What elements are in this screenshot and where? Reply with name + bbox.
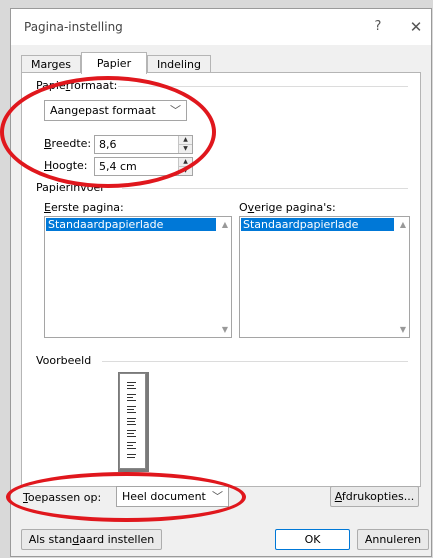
- papierinvoer-group-label: Papierinvoer: [36, 181, 105, 194]
- dialog-title: Pagina-instelling: [24, 20, 123, 34]
- spin-down-icon[interactable]: ▼: [179, 144, 192, 153]
- scrollbar[interactable]: ▲ ▼: [396, 217, 409, 337]
- preview-text-line: [127, 457, 135, 458]
- spin-up-icon[interactable]: ▲: [179, 158, 192, 166]
- toepassen-op-label: Toepassen op:: [23, 491, 102, 504]
- tab-marges[interactable]: Marges: [21, 55, 81, 73]
- help-icon[interactable]: ?: [366, 17, 390, 37]
- page-preview: [118, 372, 149, 472]
- chevron-down-icon: ﹀: [170, 104, 181, 117]
- ok-button[interactable]: OK: [275, 529, 350, 550]
- breedte-value: 8,6: [99, 138, 117, 151]
- eerste-pagina-label: Eerste pagina:: [44, 201, 124, 214]
- hoogte-spinner[interactable]: 5,4 cm ▲ ▼: [94, 157, 193, 176]
- eerste-pagina-listbox[interactable]: Standaardpapierlade ▲ ▼: [44, 216, 232, 338]
- preview-text-line: [127, 409, 134, 410]
- toepassen-op-select[interactable]: Heel document ﹀: [116, 486, 229, 507]
- preview-page: [119, 373, 146, 469]
- preview-text-line: [127, 433, 134, 434]
- scroll-down-icon[interactable]: ▼: [222, 325, 228, 334]
- preview-text-line: [127, 442, 136, 443]
- group-divider: [102, 361, 408, 362]
- scroll-up-icon[interactable]: ▲: [222, 220, 228, 229]
- hoogte-spin-buttons[interactable]: ▲ ▼: [178, 158, 192, 175]
- paper-size-select[interactable]: Aangepast formaat ﹀: [44, 100, 187, 121]
- preview-text-line: [127, 382, 136, 383]
- als-standaard-instellen-button[interactable]: Als standaard instellen: [21, 529, 162, 550]
- overige-paginas-listbox[interactable]: Standaardpapierlade ▲ ▼: [239, 216, 410, 338]
- group-divider: [118, 86, 408, 87]
- preview-text-line: [127, 412, 136, 413]
- preview-text-line: [127, 385, 134, 386]
- scrollbar[interactable]: ▲ ▼: [218, 217, 231, 337]
- preview-text-line: [127, 436, 136, 437]
- breedte-spin-buttons[interactable]: ▲ ▼: [178, 136, 192, 153]
- voorbeeld-group-label: Voorbeeld: [36, 354, 92, 367]
- papierformaat-group-label: Papierformaat:: [36, 79, 118, 92]
- preview-text-line: [127, 388, 136, 389]
- preview-text-line: [127, 424, 136, 425]
- close-icon[interactable]: ✕: [404, 17, 428, 37]
- preview-text-line: [127, 454, 136, 455]
- preview-text-line: [127, 445, 133, 446]
- overige-paginas-label: Overige pagina's:: [239, 201, 336, 214]
- title-bar: Pagina-instelling ? ✕: [11, 9, 431, 45]
- preview-text-line: [127, 406, 136, 407]
- preview-text-line: [127, 394, 136, 395]
- list-item[interactable]: Standaardpapierlade: [46, 218, 216, 231]
- annuleren-button[interactable]: Annuleren: [357, 529, 429, 550]
- toepassen-op-value: Heel document: [122, 490, 206, 503]
- spin-up-icon[interactable]: ▲: [179, 136, 192, 144]
- hoogte-label: Hoogte:: [44, 159, 88, 172]
- preview-text-line: [127, 430, 136, 431]
- breedte-spinner[interactable]: 8,6 ▲ ▼: [94, 135, 193, 154]
- scroll-up-icon[interactable]: ▲: [400, 220, 406, 229]
- tab-indeling[interactable]: Indeling: [147, 55, 211, 73]
- paper-size-value: Aangepast formaat: [50, 104, 156, 117]
- group-divider: [122, 188, 408, 189]
- afdrukopties-button[interactable]: Afdrukopties...: [330, 486, 419, 507]
- preview-text-line: [127, 421, 135, 422]
- scroll-down-icon[interactable]: ▼: [400, 325, 406, 334]
- tab-panel-papier: Papierformaat: Aangepast formaat ﹀ Breed…: [21, 72, 421, 487]
- preview-text-line: [127, 418, 136, 419]
- chevron-down-icon: ﹀: [212, 490, 223, 503]
- preview-text-line: [127, 448, 136, 449]
- page-setup-dialog: Pagina-instelling ? ✕ Marges Papier Inde…: [10, 8, 432, 557]
- list-item[interactable]: Standaardpapierlade: [241, 218, 394, 231]
- preview-text-line: [127, 400, 136, 401]
- preview-text-line: [127, 397, 133, 398]
- hoogte-value: 5,4 cm: [99, 160, 137, 173]
- spin-down-icon[interactable]: ▼: [179, 166, 192, 175]
- breedte-label: Breedte:: [44, 137, 92, 150]
- tab-papier[interactable]: Papier: [81, 52, 147, 74]
